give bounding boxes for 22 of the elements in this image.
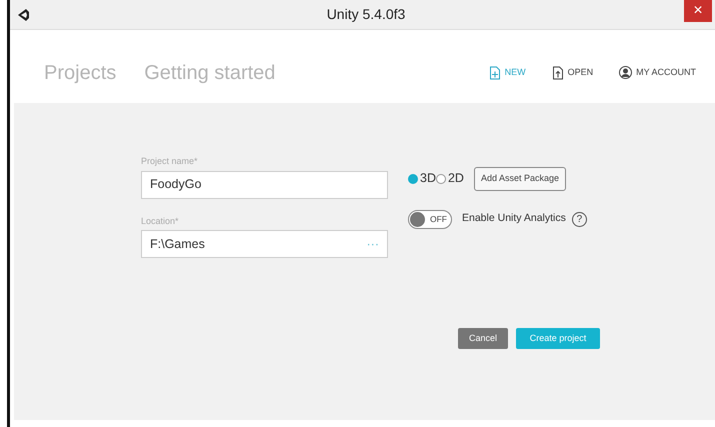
field-label: Project name* [141,155,199,168]
project-name-field[interactable]: FoodyGo [141,170,388,198]
window-title: Unity 5.4.0f3 [326,5,406,24]
radio-button[interactable] [436,174,446,184]
cancel-button[interactable]: Cancel [458,328,508,349]
help-icon[interactable]: ? [572,212,587,226]
field-label: Location* [141,214,180,228]
unity-logo-icon [16,8,32,22]
add-asset-package-button[interactable]: Add Asset Package [474,167,566,190]
radio-option[interactable]: 3D [408,169,436,188]
location-field[interactable]: F:\Games ··· [141,230,388,258]
header-link[interactable]: OPEN [552,66,594,80]
radio-option[interactable]: 2D [436,169,464,188]
header-link[interactable]: MY ACCOUNT [619,66,696,80]
analytics-label: Enable Unity Analytics [462,211,566,226]
open-file-icon [552,66,564,80]
account-icon [619,66,632,79]
close-button[interactable]: × [684,0,712,22]
new-file-icon [488,66,501,80]
toggle-switch[interactable]: OFF [408,210,452,228]
radio-button[interactable] [408,174,418,184]
field-value: F:\Games [150,236,205,253]
